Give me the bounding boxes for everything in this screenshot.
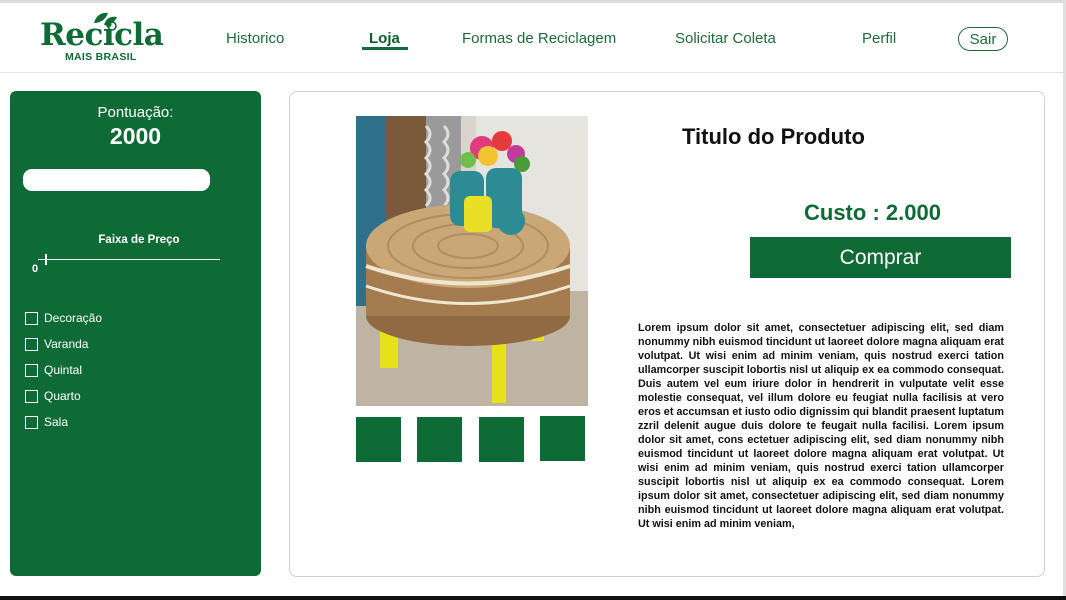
product-thumbnail-3[interactable] bbox=[479, 417, 524, 462]
nav-formas-de-reciclagem[interactable]: Formas de Reciclagem bbox=[462, 30, 616, 47]
category-decoracao[interactable]: Decoração bbox=[25, 310, 102, 326]
search-input[interactable] bbox=[23, 169, 210, 191]
top-navbar: Recicla MAIS BRASIL Historico Loja Forma… bbox=[0, 3, 1063, 73]
buy-button[interactable]: Comprar bbox=[750, 237, 1011, 278]
category-checkbox[interactable] bbox=[25, 415, 38, 429]
category-checkbox[interactable] bbox=[25, 311, 38, 325]
category-label: Quintal bbox=[44, 363, 83, 377]
window-bottom-edge bbox=[0, 596, 1066, 600]
nav-historico[interactable]: Historico bbox=[226, 30, 284, 47]
score-value: 2000 bbox=[109, 123, 162, 149]
product-description: Lorem ipsum dolor sit amet, consectetuer… bbox=[638, 322, 1004, 530]
logout-button[interactable]: Sair bbox=[958, 27, 1008, 51]
product-thumbnail-2[interactable] bbox=[417, 417, 462, 462]
price-range-min-label: 0 bbox=[32, 263, 39, 275]
category-quarto[interactable]: Quarto bbox=[25, 388, 81, 404]
nav-solicitar-coleta[interactable]: Solicitar Coleta bbox=[675, 30, 776, 47]
price-range-slider-handle[interactable] bbox=[45, 254, 47, 265]
nav-perfil[interactable]: Perfil bbox=[862, 30, 896, 47]
category-checkbox[interactable] bbox=[25, 337, 38, 351]
filter-sidebar: Pontuação: 2000 Faixa de Preço 0 Decoraç… bbox=[10, 91, 261, 576]
tire-ottoman-photo bbox=[356, 116, 588, 406]
category-label: Quarto bbox=[44, 389, 81, 403]
product-title: Titulo do Produto bbox=[682, 124, 865, 149]
score-label: Pontuação: bbox=[97, 104, 174, 121]
nav-loja[interactable]: Loja bbox=[369, 30, 400, 47]
category-varanda[interactable]: Varanda bbox=[25, 336, 88, 352]
page: Recicla MAIS BRASIL Historico Loja Forma… bbox=[0, 0, 1066, 600]
nav-active-indicator bbox=[362, 47, 408, 50]
category-label: Sala bbox=[44, 415, 69, 429]
category-sala[interactable]: Sala bbox=[25, 414, 68, 430]
category-label: Decoração bbox=[44, 311, 103, 325]
logo-subtitle: MAIS BRASIL bbox=[65, 51, 137, 63]
category-checkbox[interactable] bbox=[25, 389, 38, 403]
category-quintal[interactable]: Quintal bbox=[25, 362, 82, 378]
category-checkbox[interactable] bbox=[25, 363, 38, 377]
brand-logo[interactable]: Recicla MAIS BRASIL bbox=[40, 11, 164, 67]
category-label: Varanda bbox=[44, 337, 89, 351]
product-thumbnail-4[interactable] bbox=[540, 416, 585, 461]
product-image[interactable] bbox=[356, 116, 588, 406]
price-range-label: Faixa de Preço bbox=[98, 234, 180, 246]
leaf-recycle-icon bbox=[94, 12, 117, 31]
product-thumbnail-1[interactable] bbox=[356, 417, 401, 462]
price-range-slider-track[interactable] bbox=[38, 259, 220, 260]
product-price: Custo : 2.000 bbox=[804, 200, 941, 225]
